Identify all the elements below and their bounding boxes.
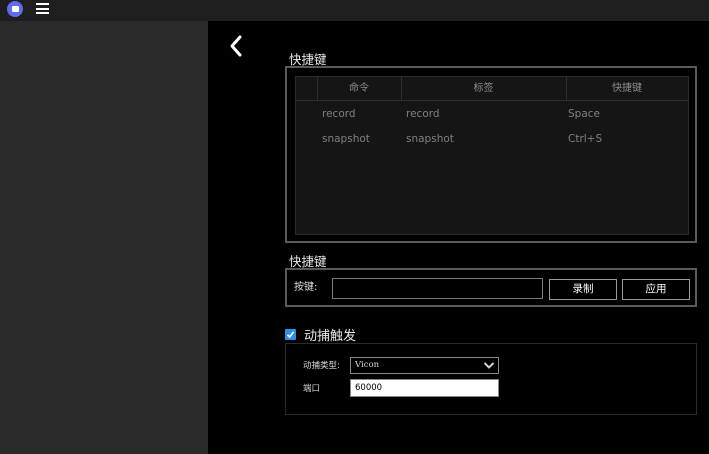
app-logo-icon[interactable] [7,1,23,17]
key-label: 按键: [294,282,318,293]
shortcuts-table: 命令 标签 快捷键 record record Space snapshot s… [295,76,689,235]
table-row[interactable]: snapshot snapshot Ctrl+S [296,127,688,152]
sidebar [0,21,208,454]
checkmark-icon [286,331,295,339]
column-header-command[interactable]: 命令 [317,77,401,101]
chevron-left-icon[interactable] [228,34,244,58]
mocap-type-select[interactable]: Vicon [350,357,499,374]
chevron-down-icon [483,362,495,369]
table-row[interactable]: record record Space [296,102,688,127]
hamburger-menu-icon[interactable] [36,3,49,14]
mocap-type-label: 动捕类型: [303,361,340,371]
cell-shortcut: Space [568,108,600,120]
port-label: 端口 [303,384,321,394]
cell-command: record [322,108,356,120]
cell-command: snapshot [322,133,370,145]
column-header-shortcut[interactable]: 快捷键 [566,77,688,101]
mocap-title: 动捕触发 [304,329,357,344]
mocap-type-value: Vicon [355,360,380,370]
apply-button[interactable]: 应用 [622,279,690,300]
title-bar [0,0,709,21]
port-value: 60000 [355,383,383,393]
record-button[interactable]: 录制 [549,279,617,300]
cell-label: record [406,108,440,120]
shortcuts-table-frame: 命令 标签 快捷键 record record Space snapshot s… [285,66,697,243]
cell-shortcut: Ctrl+S [568,133,603,145]
column-header-label[interactable]: 标签 [401,77,566,101]
settings-panel: 快捷键 命令 标签 快捷键 record record Space snapsh… [208,21,709,454]
mocap-settings: 动捕类型: Vicon 端口 60000 [285,343,697,415]
key-input[interactable] [332,278,543,299]
shortcut-editor: 按键: 录制 应用 [285,268,697,307]
mocap-checkbox[interactable] [285,329,296,340]
table-header: 命令 标签 快捷键 [296,77,688,101]
port-input[interactable]: 60000 [350,379,499,397]
cell-label: snapshot [406,133,454,145]
